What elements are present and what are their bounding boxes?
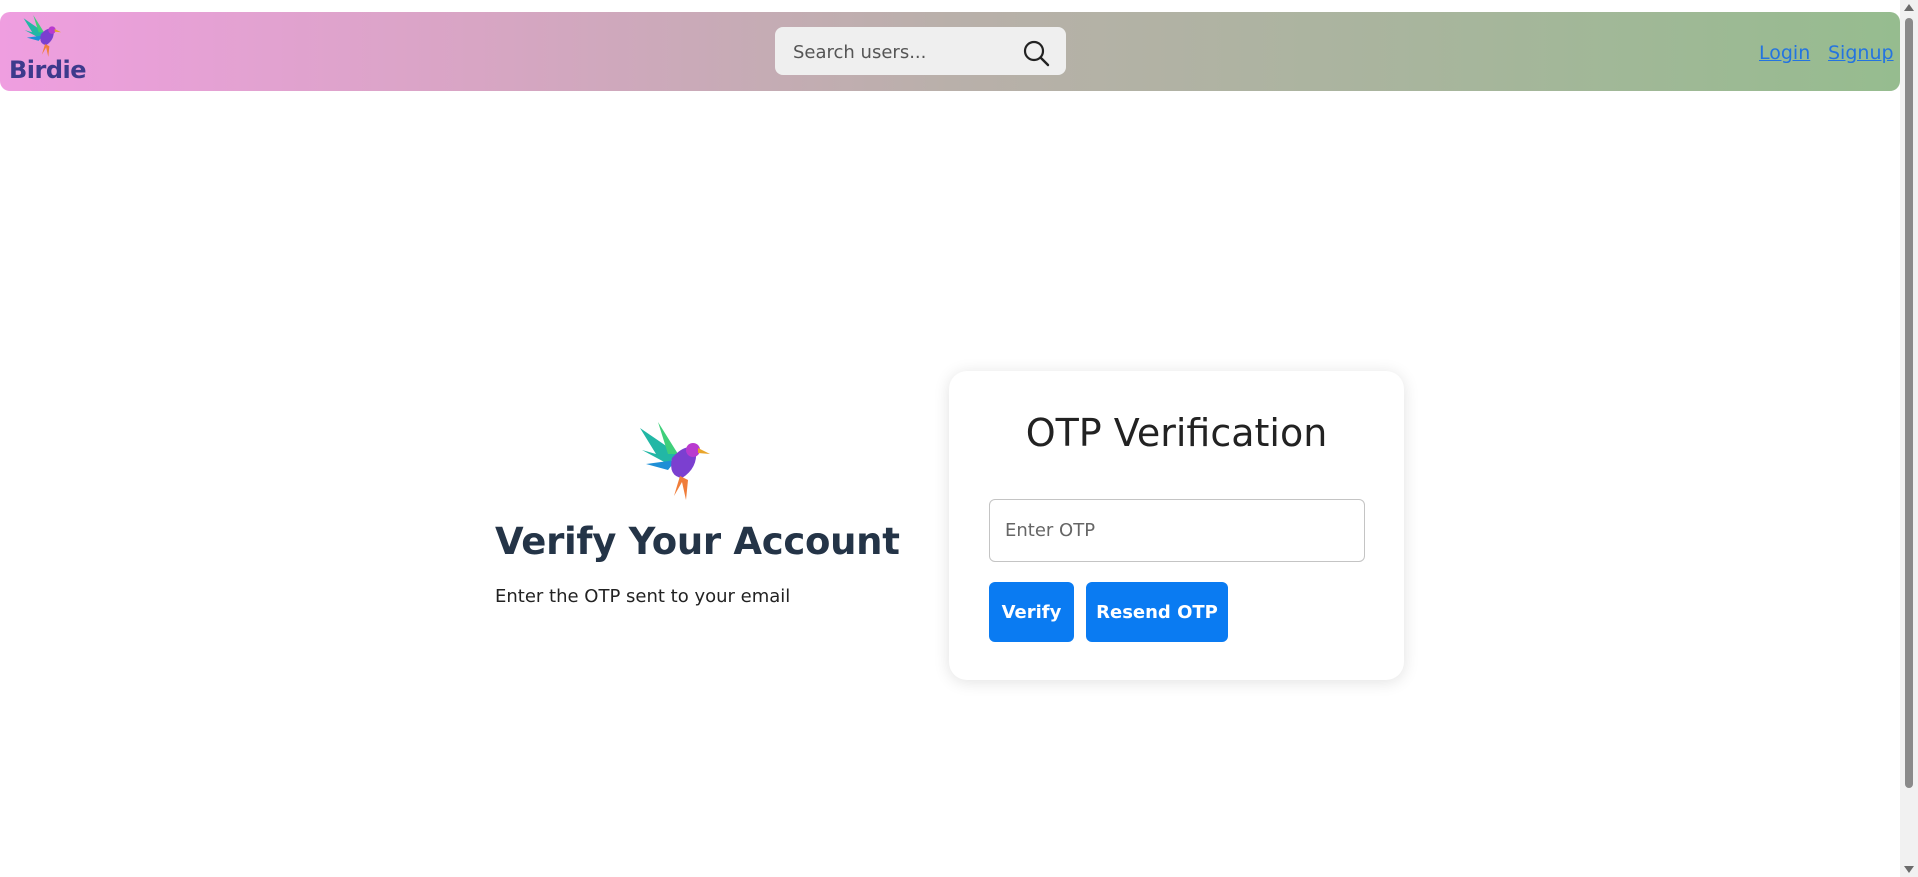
brand[interactable]: Birdie	[9, 12, 87, 91]
brand-name: Birdie	[9, 56, 87, 84]
verify-button[interactable]: Verify	[989, 582, 1074, 642]
scroll-up-arrow-icon[interactable]	[1904, 4, 1914, 11]
search-input[interactable]	[791, 27, 1020, 77]
otp-input[interactable]	[989, 499, 1365, 562]
scroll-down-arrow-icon[interactable]	[1904, 866, 1914, 873]
page-title: Verify Your Account	[495, 520, 900, 563]
otp-card-title: OTP Verification	[1025, 411, 1328, 455]
signup-link[interactable]: Signup	[1828, 42, 1894, 64]
hummingbird-logo-icon	[640, 422, 710, 500]
page-subtitle: Enter the OTP sent to your email	[495, 586, 791, 607]
navbar: Birdie Login Signup	[0, 12, 1900, 91]
resend-otp-button[interactable]: Resend OTP	[1086, 582, 1228, 642]
scrollbar-thumb[interactable]	[1905, 18, 1913, 788]
otp-card: OTP Verification Verify Resend OTP	[949, 371, 1404, 680]
login-link[interactable]: Login	[1759, 42, 1810, 64]
hummingbird-logo-icon	[23, 15, 62, 57]
search-box	[775, 27, 1066, 77]
search-icon[interactable]	[1022, 39, 1050, 67]
vertical-scrollbar[interactable]	[1900, 0, 1918, 877]
